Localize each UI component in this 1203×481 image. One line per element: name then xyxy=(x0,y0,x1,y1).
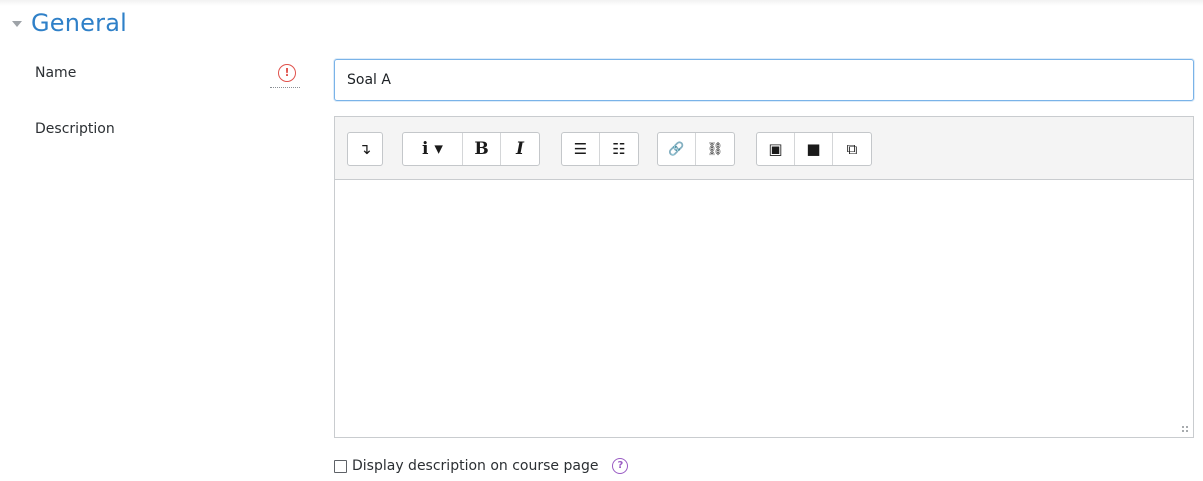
question-circle-icon[interactable]: ? xyxy=(612,458,629,474)
video-icon[interactable]: ■ xyxy=(795,133,833,165)
name-input[interactable] xyxy=(334,59,1194,101)
toolbar-group-links: 🔗 ⛓ xyxy=(657,132,735,166)
description-editor: ↴ i ▾ B I ☰ ☷ 🔗 ⛓ ▣ ■ ⧉ xyxy=(334,116,1194,438)
unordered-list-icon[interactable]: ☰ xyxy=(562,133,600,165)
link-icon[interactable]: 🔗 xyxy=(658,133,696,165)
description-content-area[interactable] xyxy=(335,180,1193,437)
ordered-list-icon[interactable]: ☷ xyxy=(600,133,638,165)
italic-icon[interactable]: I xyxy=(501,133,539,165)
description-label: Description xyxy=(35,121,115,137)
section-header-general[interactable]: General xyxy=(12,6,127,40)
image-icon[interactable]: ▣ xyxy=(757,133,795,165)
toolbar-group-lists: ☰ ☷ xyxy=(561,132,639,166)
required-underline xyxy=(270,87,300,88)
resize-handle-icon[interactable] xyxy=(1181,425,1189,433)
unlink-icon[interactable]: ⛓ xyxy=(696,133,734,165)
editor-toolbar: ↴ i ▾ B I ☰ ☷ 🔗 ⛓ ▣ ■ ⧉ xyxy=(335,117,1193,180)
toolbar-group-more: ↴ xyxy=(347,132,383,166)
section-title: General xyxy=(31,9,127,37)
toolbar-group-style: i ▾ B I xyxy=(402,132,540,166)
display-description-row: Display description on course page ? xyxy=(334,456,629,476)
display-description-checkbox[interactable] xyxy=(334,459,347,473)
name-label: Name xyxy=(35,65,77,81)
top-divider xyxy=(0,0,1203,6)
toolbar-group-media: ▣ ■ ⧉ xyxy=(756,132,872,166)
show-more-buttons-icon[interactable]: ↴ xyxy=(348,133,382,165)
chevron-down-icon[interactable] xyxy=(12,21,22,27)
bold-icon[interactable]: B xyxy=(463,133,501,165)
exclamation-circle-icon: ! xyxy=(278,64,296,82)
paragraph-styles-icon[interactable]: i ▾ xyxy=(403,133,463,165)
manage-files-icon[interactable]: ⧉ xyxy=(833,133,871,165)
display-description-label[interactable]: Display description on course page xyxy=(352,458,598,474)
